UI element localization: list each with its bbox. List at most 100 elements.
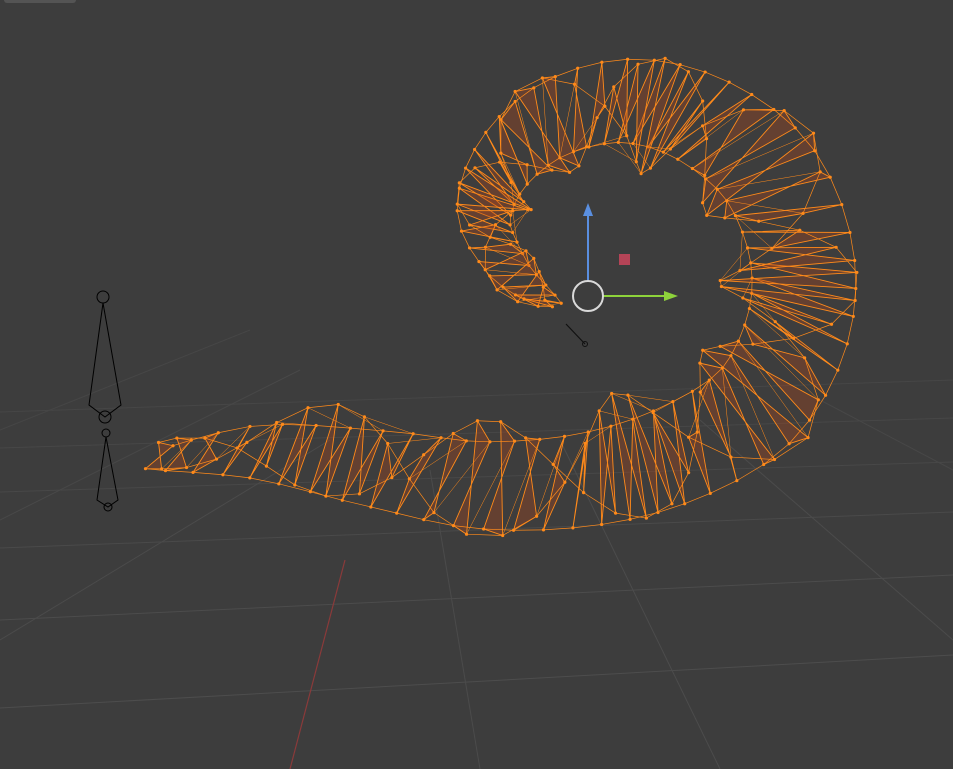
mesh-edge[interactable] [307,404,339,409]
mesh-edge[interactable] [738,324,746,342]
mesh-edge[interactable] [325,493,360,497]
mesh-edge[interactable] [216,426,251,460]
mesh-edge[interactable] [744,308,750,326]
mesh-edge[interactable] [841,204,851,233]
mesh-edge[interactable] [465,149,475,169]
mesh-edge[interactable] [461,230,470,249]
mesh-face[interactable] [598,410,617,525]
mesh-edge[interactable] [735,215,743,233]
mesh-face[interactable] [144,441,174,470]
mesh-vertex[interactable] [508,223,512,227]
mesh-vertex[interactable] [584,145,589,149]
mesh-edge[interactable] [720,247,748,281]
mesh-edge[interactable] [705,71,730,83]
mesh-edge[interactable] [750,262,753,279]
mesh-edge[interactable] [758,220,800,231]
mesh-edge[interactable] [849,232,856,261]
gizmo-z-arrow-icon[interactable] [583,203,593,216]
armature[interactable] [88,290,122,512]
mesh-edge[interactable] [249,423,283,427]
mesh-edge[interactable] [601,58,628,63]
mesh-edge[interactable] [736,464,764,481]
mesh-edge[interactable] [577,61,602,69]
mesh-face[interactable] [543,436,566,531]
mesh-edge[interactable] [409,478,435,513]
mesh-edge[interactable] [728,81,752,95]
mesh-edge[interactable] [569,165,580,173]
mesh-edge[interactable] [601,519,631,525]
mesh-vertex[interactable] [701,99,705,103]
mesh-vertex[interactable] [834,245,838,249]
mesh-edge[interactable] [742,231,748,248]
mesh-edge[interactable] [710,480,737,494]
mesh-vertex[interactable] [686,70,690,74]
mesh-edge[interactable] [653,401,674,412]
mesh-face[interactable] [222,426,251,476]
mesh-edge[interactable] [543,527,573,531]
mesh-vertex[interactable] [676,157,680,161]
mesh-face[interactable] [603,59,629,144]
mesh-vertex[interactable] [840,202,844,207]
mesh-vertex[interactable] [550,305,555,309]
mesh-face[interactable] [611,393,647,520]
mesh-edge[interactable] [652,391,693,413]
move-gizmo[interactable] [565,203,678,347]
3d-viewport[interactable] [0,0,953,769]
mesh-face[interactable] [572,68,588,153]
mesh-edge[interactable] [456,210,462,232]
mesh-edge[interactable] [615,512,647,519]
mesh-face[interactable] [735,204,842,222]
mesh-edge[interactable] [677,158,693,169]
mesh-edge[interactable] [307,407,351,429]
mesh-edge[interactable] [477,420,501,423]
mesh-edge[interactable] [684,493,711,505]
mesh-edge[interactable] [663,151,678,160]
mesh-face[interactable] [572,431,589,528]
mesh-edge[interactable] [409,440,467,479]
mesh-edge[interactable] [829,177,843,205]
mesh-edge[interactable] [218,426,251,434]
mesh-face[interactable] [742,229,851,249]
mesh-edge[interactable] [466,533,503,536]
mesh-edge[interactable] [469,247,480,262]
mesh-edge[interactable] [604,143,637,162]
viewport-scene[interactable] [0,0,953,769]
mesh-face[interactable] [423,432,467,521]
mesh-edge[interactable] [598,393,612,412]
gizmo-plane-handle[interactable] [619,254,630,265]
mesh-edge[interactable] [396,512,424,521]
mesh-edge[interactable] [474,132,487,150]
mesh-vertex[interactable] [522,297,526,301]
mesh-edge[interactable] [702,202,708,216]
mesh-edge[interactable] [222,474,250,479]
mesh-edge[interactable] [158,437,177,443]
mesh-edge[interactable] [720,270,741,281]
mesh-edge[interactable] [527,173,538,185]
mesh-edge[interactable] [519,183,528,195]
mesh-vertex[interactable] [543,298,547,302]
mesh-edge[interactable] [586,117,598,147]
mesh-edge[interactable] [699,350,704,364]
mesh-edge[interactable] [249,477,279,485]
mesh-edge[interactable] [604,142,619,145]
mesh-edge[interactable] [564,431,589,437]
mesh-edge[interactable] [165,470,194,473]
mesh-edge[interactable] [837,343,848,371]
mesh-vertex[interactable] [455,202,459,206]
mesh-edge[interactable] [825,370,839,396]
mesh-face[interactable] [249,422,283,479]
mesh-edge[interactable] [338,404,365,418]
mesh-edge[interactable] [702,345,721,351]
mesh-edge[interactable] [350,427,384,432]
mesh-edge[interactable] [680,64,706,73]
mesh-vertex[interactable] [559,301,563,305]
mesh-edge[interactable] [813,133,821,172]
mesh-edge[interactable] [627,394,673,402]
mesh-edge[interactable] [627,58,655,61]
mesh-face[interactable] [278,407,317,486]
mesh-edge[interactable] [453,420,478,434]
mesh-edge[interactable] [387,437,442,444]
mesh-edge[interactable] [539,435,565,440]
mesh-edge[interactable] [512,209,528,211]
mesh-edge[interactable] [555,67,578,77]
